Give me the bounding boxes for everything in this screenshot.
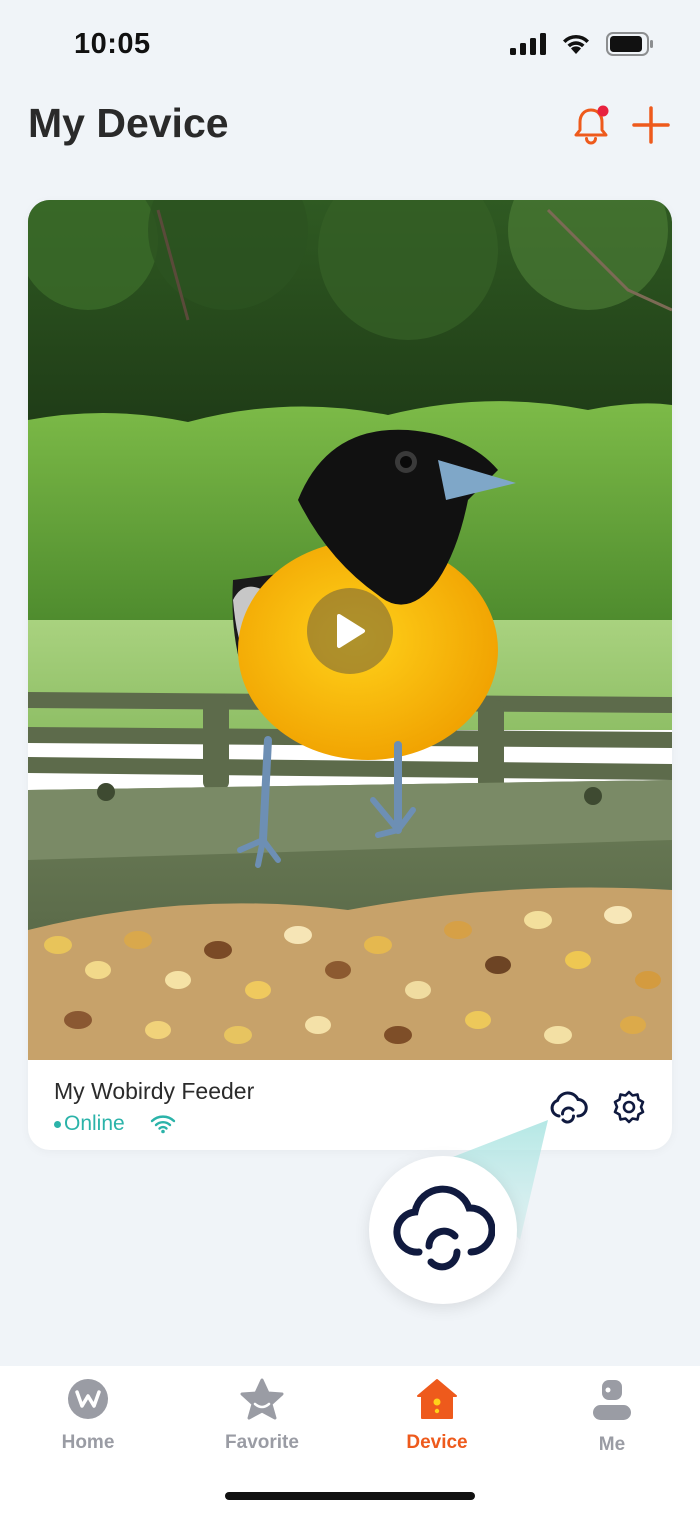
tab-home[interactable]: Home	[28, 1378, 148, 1468]
star-icon	[240, 1378, 284, 1420]
status-time: 10:05	[74, 28, 151, 60]
device-card[interactable]: My Wobirdy Feeder Online	[28, 200, 672, 1150]
device-status: Online	[54, 1112, 125, 1136]
birdhouse-icon	[417, 1379, 457, 1419]
status-icons	[510, 32, 654, 56]
add-device-icon[interactable]	[630, 104, 672, 146]
tab-favorite-label: Favorite	[225, 1432, 299, 1453]
device-status-label: Online	[64, 1112, 125, 1135]
tab-device-label: Device	[406, 1432, 468, 1453]
person-icon	[593, 1380, 631, 1420]
notification-bell-icon[interactable]	[570, 104, 612, 146]
play-button[interactable]	[307, 588, 393, 674]
battery-icon	[606, 32, 653, 56]
cloud-sync-icon[interactable]	[548, 1090, 588, 1126]
settings-gear-icon[interactable]	[612, 1090, 646, 1124]
device-name: My Wobirdy Feeder	[54, 1078, 255, 1104]
tab-me[interactable]: Me	[552, 1378, 672, 1468]
tab-device[interactable]: Device	[377, 1378, 497, 1468]
online-dot	[54, 1120, 61, 1128]
tab-home-label: Home	[61, 1432, 115, 1453]
device-wifi-icon	[150, 1115, 176, 1134]
tab-me-label: Me	[598, 1434, 626, 1455]
home-w-icon	[68, 1379, 108, 1419]
cellular-signal-icon	[510, 33, 546, 55]
cloud-sync-large-icon	[393, 1185, 495, 1271]
tab-bar: Home Favorite Device Me	[0, 1366, 700, 1515]
page-title: My Device	[28, 100, 229, 146]
play-icon	[337, 614, 365, 648]
wifi-icon	[563, 34, 589, 54]
cloud-sync-callout	[369, 1156, 517, 1304]
tab-favorite[interactable]: Favorite	[202, 1378, 322, 1468]
status-bar: 10:05	[0, 0, 700, 92]
home-indicator	[225, 1492, 475, 1500]
